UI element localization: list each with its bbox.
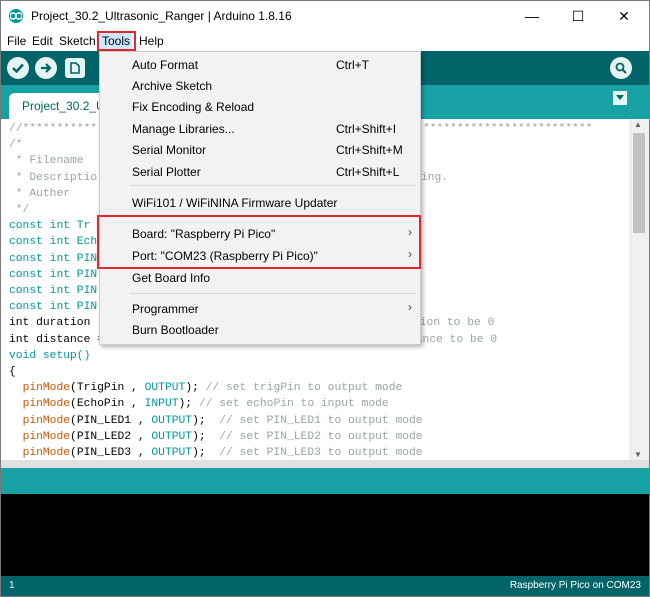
scroll-thumb[interactable]: [633, 133, 645, 233]
menu-file[interactable]: File: [7, 34, 26, 48]
menu-separator: [130, 185, 416, 186]
code-line: const int PIN: [9, 285, 98, 298]
tab-menu-button[interactable]: [613, 91, 627, 105]
code-fragment-stars: *************************: [423, 123, 593, 135]
code-line: */: [9, 204, 30, 217]
code-line: pinMode(EchoPin , INPUT); // set echoPin…: [22, 398, 389, 411]
menu-item-label: Fix Encoding & Reload: [132, 100, 255, 114]
menu-item-label: Get Board Info: [132, 271, 211, 285]
menu-item-shortcut: Ctrl+Shift+I: [336, 122, 397, 136]
window-title: Project_30.2_Ultrasonic_Ranger | Arduino…: [31, 9, 292, 23]
code-line: const int PIN: [9, 252, 98, 265]
menu-item-burn-bootloader[interactable]: Burn Bootloader: [100, 319, 420, 341]
code-line: * Filename: [9, 155, 84, 168]
menu-item-fix-encoding[interactable]: Fix Encoding & Reload: [100, 96, 420, 118]
code-line: void setup(): [9, 349, 91, 362]
triangle-down-icon: [616, 95, 624, 100]
menu-item-serial-monitor[interactable]: Serial Monitor Ctrl+Shift+M: [100, 139, 420, 161]
tab-sketch[interactable]: Project_30.2_Ultrasonic_Ranger: [9, 93, 109, 119]
serial-monitor-button[interactable]: [610, 57, 632, 79]
code-line: const int PIN: [9, 268, 98, 281]
menu-item-firmware-updater[interactable]: WiFi101 / WiFiNINA Firmware Updater: [100, 192, 420, 214]
scroll-down-icon[interactable]: ▼: [634, 450, 642, 459]
code-line: pinMode(TrigPin , OUTPUT); // set trigPi…: [22, 382, 403, 395]
menu-item-label: Archive Sketch: [132, 79, 213, 93]
code-fragment-duration: tion to be 0: [413, 317, 495, 330]
status-bar: 1 Raspberry Pi Pico on COM23: [1, 576, 649, 596]
code-line: //***********: [9, 123, 98, 135]
arduino-window: Project_30.2_Ultrasonic_Ranger | Arduino…: [0, 0, 650, 597]
tools-dropdown-menu: Auto Format Ctrl+T Archive Sketch Fix En…: [99, 51, 421, 345]
menu-help[interactable]: Help: [139, 34, 164, 48]
menu-item-label: Manage Libraries...: [132, 122, 235, 136]
code-line: const int Ech: [9, 236, 98, 249]
menu-item-programmer[interactable]: Programmer ›: [100, 298, 420, 320]
board-port-highlight-box: [97, 215, 421, 269]
code-line: pinMode(PIN_LED1 , OUTPUT); // set PIN_L…: [22, 414, 423, 427]
code-line: /*: [9, 139, 23, 152]
code-line: int duration: [9, 317, 91, 330]
verify-button[interactable]: [7, 57, 29, 79]
editor-scrollbar[interactable]: ▲ ▼: [629, 119, 649, 460]
arrow-right-icon: [41, 63, 52, 73]
menu-separator: [130, 293, 416, 294]
menu-item-manage-libraries[interactable]: Manage Libraries... Ctrl+Shift+I: [100, 118, 420, 140]
menu-item-serial-plotter[interactable]: Serial Plotter Ctrl+Shift+L: [100, 161, 420, 183]
message-area: [1, 468, 649, 494]
menu-item-board-info[interactable]: Get Board Info: [100, 267, 420, 289]
code-line: pinMode(PIN_LED2 , OUTPUT); // set PIN_L…: [22, 430, 423, 443]
line-number: 1: [9, 580, 15, 591]
menu-item-auto-format[interactable]: Auto Format Ctrl+T: [100, 54, 420, 76]
menu-item-shortcut: Ctrl+T: [336, 58, 369, 72]
upload-button[interactable]: [35, 57, 57, 79]
menu-item-label: Serial Monitor: [132, 143, 207, 157]
code-line: const int Tr: [9, 220, 91, 233]
submenu-arrow-icon: ›: [408, 300, 412, 314]
menu-item-label: Serial Plotter: [132, 165, 201, 179]
menu-item-label: Auto Format: [132, 58, 199, 72]
menu-item-archive-sketch[interactable]: Archive Sketch: [100, 75, 420, 97]
code-fragment-ing: ing.: [421, 171, 449, 184]
menu-item-label: WiFi101 / WiFiNINA Firmware Updater: [132, 196, 338, 210]
code-line: pinMode(PIN_LED3 , OUTPUT); // set PIN_L…: [22, 447, 423, 460]
menu-item-shortcut: Ctrl+Shift+M: [336, 143, 403, 157]
scroll-up-icon[interactable]: ▲: [634, 120, 642, 129]
check-icon: [12, 63, 24, 73]
maximize-button[interactable]: ☐: [555, 1, 601, 31]
title-bar: Project_30.2_Ultrasonic_Ranger | Arduino…: [1, 1, 649, 31]
arduino-logo-icon: [9, 9, 23, 23]
new-file-icon: [70, 62, 80, 74]
tools-highlight-box: [97, 31, 136, 51]
console-output: [1, 494, 649, 576]
code-line: const int PIN: [9, 301, 98, 314]
menu-sketch[interactable]: Sketch: [59, 34, 96, 48]
board-port-status: Raspberry Pi Pico on COM23: [509, 580, 641, 591]
code-line: * Descriptio: [9, 171, 98, 184]
code-line: * Auther: [9, 187, 71, 200]
minimize-button[interactable]: —: [509, 1, 555, 31]
pane-divider[interactable]: [1, 460, 649, 468]
magnifier-icon: [615, 62, 627, 74]
close-button[interactable]: ✕: [601, 1, 647, 31]
menu-item-label: Burn Bootloader: [132, 323, 219, 337]
menu-item-label: Programmer: [132, 302, 199, 316]
menu-item-shortcut: Ctrl+Shift+L: [336, 165, 400, 179]
code-line: {: [9, 366, 16, 379]
menu-edit[interactable]: Edit: [32, 34, 53, 48]
new-sketch-button[interactable]: [65, 58, 85, 78]
